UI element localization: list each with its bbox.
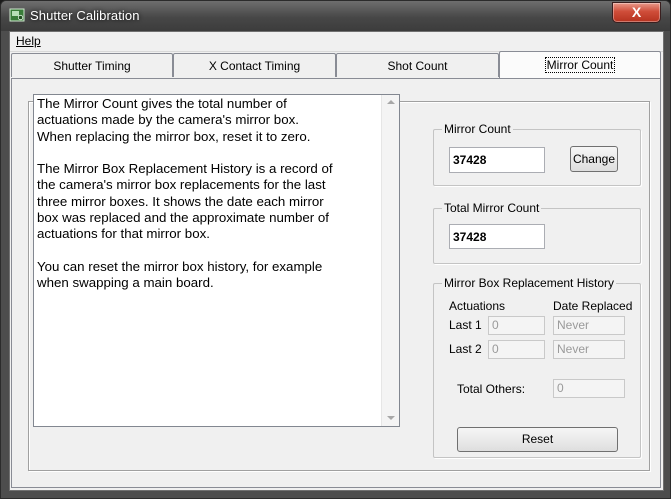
total-mirror-count-field[interactable]: 37428 (449, 224, 545, 249)
close-icon: X (631, 4, 642, 20)
last-1-date-field: Never (553, 316, 625, 335)
tab-mirror-count[interactable]: Mirror Count (499, 51, 661, 79)
tab-x-contact-timing[interactable]: X Contact Timing (173, 53, 336, 77)
tab-shot-count[interactable]: Shot Count (336, 53, 499, 77)
total-others-field: 0 (553, 379, 625, 398)
app-window: Shutter Calibration X Help Shutter Timin… (0, 0, 671, 499)
tab-label: Shutter Timing (53, 59, 131, 73)
date-replaced-column-label: Date Replaced (553, 299, 633, 313)
last-1-label: Last 1 (449, 318, 482, 332)
menu-bar: Help (10, 32, 663, 52)
replacement-history-legend: Mirror Box Replacement History (444, 276, 615, 290)
tab-shutter-timing[interactable]: Shutter Timing (11, 53, 173, 77)
tab-label: X Contact Timing (208, 59, 301, 73)
menu-help[interactable]: Help (16, 34, 41, 48)
app-icon (9, 8, 25, 22)
close-button[interactable]: X (612, 2, 661, 23)
scroll-down-icon[interactable] (387, 416, 395, 420)
total-others-label: Total Others: (457, 382, 526, 396)
mirror-count-field[interactable]: 37428 (449, 147, 545, 173)
change-button[interactable]: Change (570, 146, 618, 172)
tab-label: Mirror Count (544, 57, 616, 73)
description-textbox[interactable]: The Mirror Count gives the total number … (33, 94, 400, 427)
last-1-actuations-field: 0 (488, 316, 545, 335)
tab-label: Shot Count (387, 59, 448, 73)
last-2-actuations-field: 0 (488, 340, 545, 359)
last-2-label: Last 2 (449, 342, 482, 356)
window-title: Shutter Calibration (30, 8, 140, 23)
mirror-count-legend: Mirror Count (444, 122, 511, 136)
description-text: The Mirror Count gives the total number … (37, 96, 333, 291)
total-mirror-count-legend: Total Mirror Count (444, 201, 540, 215)
title-bar[interactable]: Shutter Calibration X (1, 1, 670, 31)
last-2-date-field: Never (553, 340, 625, 359)
actuations-column-label: Actuations (449, 299, 506, 313)
reset-button[interactable]: Reset (457, 427, 618, 452)
scroll-up-icon[interactable] (387, 100, 395, 104)
vertical-scrollbar[interactable] (381, 95, 399, 426)
